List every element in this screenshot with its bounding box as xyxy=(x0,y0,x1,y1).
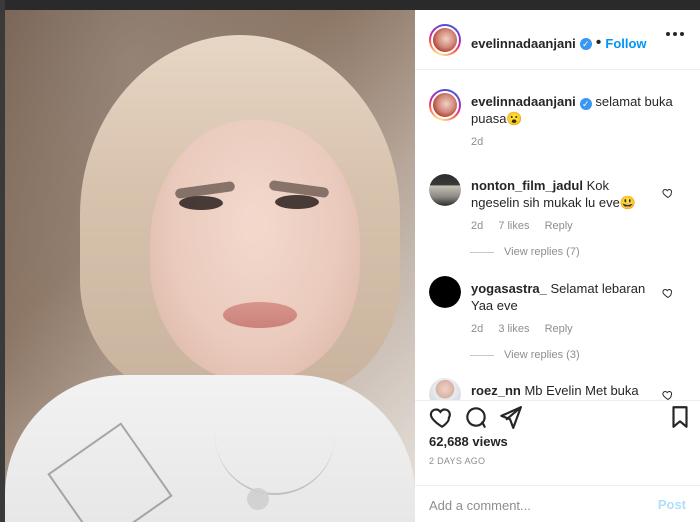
actions-divider xyxy=(415,400,700,401)
comment-text: Mb Evelin Met buka xyxy=(524,383,639,398)
comment-like-icon[interactable] xyxy=(662,388,674,400)
comment-meta: 2d 7 likes Reply xyxy=(471,220,661,232)
comments-list[interactable]: evelinnadaanjani ✓ selamat buka puasa😮 2d… xyxy=(415,76,700,400)
verified-badge-icon: ✓ xyxy=(579,38,592,50)
comment-avatar[interactable] xyxy=(429,378,461,400)
more-dot-1 xyxy=(666,32,670,36)
bookmark-icon[interactable] xyxy=(667,404,693,430)
post-details-panel: evelinnadaanjani ✓ • Follow evelinnadaan… xyxy=(415,10,700,522)
comment-like-icon[interactable] xyxy=(662,286,674,299)
caption-avatar[interactable] xyxy=(429,89,461,121)
comment-text-block: nonton_film_jadul Kok ngeselin sih mukak… xyxy=(471,177,661,211)
header-username[interactable]: evelinnadaanjani xyxy=(471,36,576,51)
heart-outline-icon xyxy=(662,391,673,400)
comment-likes[interactable]: 3 likes xyxy=(498,323,529,335)
header-user-row: evelinnadaanjani ✓ • Follow xyxy=(471,34,647,52)
pendant-shape xyxy=(247,488,269,510)
view-replies-label: View replies (3) xyxy=(504,349,580,361)
view-replies-button[interactable]: View replies (7) xyxy=(470,246,580,258)
comment-username[interactable]: roez_nn xyxy=(471,383,521,398)
comment-avatar-image xyxy=(429,174,461,206)
comment-avatar[interactable] xyxy=(429,276,461,308)
author-avatar-image xyxy=(431,26,459,54)
comment-avatar-image xyxy=(429,276,461,308)
header-divider xyxy=(415,69,700,70)
comment-input[interactable] xyxy=(429,496,639,514)
comment-time: 2d xyxy=(471,220,484,232)
right-eye-shape xyxy=(275,195,319,209)
like-icon-svg xyxy=(429,408,451,429)
comment-item: roez_nn Mb Evelin Met buka xyxy=(471,382,661,399)
view-replies-line xyxy=(470,354,494,356)
share-icon[interactable] xyxy=(497,404,523,430)
comment-item: yogasastra_ Selamat lebaran Yaa eve 2d 3… xyxy=(471,280,661,335)
more-options-icon[interactable] xyxy=(666,32,686,42)
comment-avatar-image xyxy=(429,378,461,400)
post-timestamp: 2 DAYS AGO xyxy=(429,456,486,466)
caption-avatar-image xyxy=(431,91,459,119)
left-eye-shape xyxy=(179,196,223,210)
comment-icon[interactable] xyxy=(463,404,489,430)
view-replies-label: View replies (7) xyxy=(504,246,580,258)
comment-time: 2d xyxy=(471,323,484,335)
follow-button[interactable]: Follow xyxy=(605,36,646,51)
caption-text-block: evelinnadaanjani ✓ selamat buka puasa😮 xyxy=(471,93,686,127)
header-dot: • xyxy=(595,34,602,51)
comment-username[interactable]: nonton_film_jadul xyxy=(471,178,583,193)
view-replies-button[interactable]: View replies (3) xyxy=(470,349,580,361)
bookmark-icon-svg xyxy=(672,406,688,428)
author-avatar[interactable] xyxy=(429,24,461,56)
comment-avatar[interactable] xyxy=(429,174,461,206)
comment-likes[interactable]: 7 likes xyxy=(498,220,529,232)
views-count: 62,688 views xyxy=(429,434,508,449)
post-actions xyxy=(429,404,689,434)
comment-icon-svg xyxy=(466,407,486,428)
reply-button[interactable]: Reply xyxy=(545,323,573,335)
view-replies-line xyxy=(470,251,494,253)
heart-icon[interactable] xyxy=(429,404,455,430)
comment-text-block: roez_nn Mb Evelin Met buka xyxy=(471,382,661,399)
heart-outline-icon xyxy=(662,189,673,199)
more-dot-2 xyxy=(673,32,677,36)
post-media[interactable] xyxy=(5,10,415,522)
verified-badge-icon: ✓ xyxy=(579,98,592,110)
comment-meta: 2d 3 likes Reply xyxy=(471,323,661,335)
heart-outline-icon xyxy=(662,289,673,299)
comment-composer: Post xyxy=(415,485,700,522)
caption-time: 2d xyxy=(471,136,484,148)
caption: evelinnadaanjani ✓ selamat buka puasa😮 2d xyxy=(471,93,686,148)
reply-button[interactable]: Reply xyxy=(545,220,573,232)
caption-username[interactable]: evelinnadaanjani xyxy=(471,94,576,109)
comment-username[interactable]: yogasastra_ xyxy=(471,281,547,296)
more-dot-3 xyxy=(680,32,684,36)
caption-meta: 2d xyxy=(471,136,686,148)
comment-text-block: yogasastra_ Selamat lebaran Yaa eve xyxy=(471,280,661,314)
comment-like-icon[interactable] xyxy=(662,186,674,199)
post-button[interactable]: Post xyxy=(658,497,686,512)
face-shape xyxy=(150,120,360,380)
lips-shape xyxy=(223,302,297,328)
share-icon-svg xyxy=(500,406,522,429)
comment-item: nonton_film_jadul Kok ngeselin sih mukak… xyxy=(471,177,661,232)
